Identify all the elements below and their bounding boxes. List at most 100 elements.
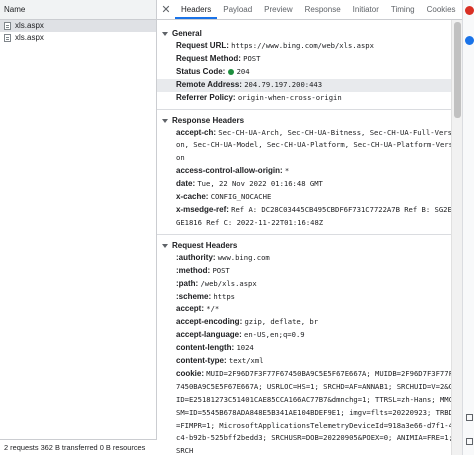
header-key: Request Method:: [176, 53, 241, 63]
header-row: Request URL: https://www.bing.com/web/xl…: [157, 40, 462, 53]
header-key: :path:: [176, 278, 199, 288]
response-header-rows: accept-ch: Sec-CH-UA-Arch, Sec-CH-UA-Bit…: [157, 127, 462, 230]
header-value: 204: [236, 66, 250, 76]
request-detail-panel: ✕ Headers Payload Preview Response Initiator…: [157, 0, 462, 455]
tab-timing[interactable]: Timing: [385, 0, 421, 19]
general-rows: Request URL: https://www.bing.com/web/xl…: [157, 40, 462, 105]
header-key: x-msedge-ref:: [176, 204, 229, 214]
header-row: :authority: www.bing.com: [157, 252, 462, 265]
header-key: :authority:: [176, 252, 216, 262]
header-value: /web/xls.aspx: [200, 278, 257, 288]
tab-cookies[interactable]: Cookies: [421, 0, 462, 19]
header-value: en-US,en;q=0.9: [244, 330, 305, 340]
tab-response[interactable]: Response: [299, 0, 347, 19]
tab-headers[interactable]: Headers: [175, 0, 218, 19]
request-name: xls.aspx: [15, 21, 44, 30]
name-column-header[interactable]: Name: [0, 0, 156, 20]
header-row: access-control-allow-origin: *: [157, 165, 462, 178]
section-request-headers-header[interactable]: Request Headers: [157, 240, 462, 252]
header-value: gzip, deflate, br: [244, 317, 319, 327]
window-icon[interactable]: [466, 414, 473, 421]
request-name: xls.aspx: [15, 33, 44, 42]
header-value: text/xml: [228, 356, 264, 366]
header-row: content-type: text/xml: [157, 355, 462, 368]
request-item[interactable]: xls.aspx: [0, 20, 156, 32]
header-value: CONFIG_NOCACHE: [210, 192, 272, 202]
header-row: content-length: 1024: [157, 342, 462, 355]
header-key: Request URL:: [176, 41, 229, 50]
header-key: Remote Address:: [176, 79, 242, 89]
document-icon: [4, 34, 11, 42]
header-value: origin-when-cross-origin: [237, 92, 342, 102]
header-row: Request Method: POST: [157, 53, 462, 66]
expand-triangle-icon: [162, 243, 168, 248]
header-row: Referrer Policy: origin-when-cross-origi…: [157, 92, 462, 105]
tab-payload[interactable]: Payload: [217, 0, 258, 19]
header-key: content-type:: [176, 356, 227, 366]
header-key: x-cache:: [176, 192, 209, 202]
extension-icon[interactable]: [465, 6, 474, 15]
header-value: POST: [212, 265, 230, 275]
header-key: Status Code:: [176, 66, 226, 76]
header-row: Remote Address: 204.79.197.200:443: [157, 78, 462, 92]
header-row: accept: */*: [157, 303, 462, 316]
expand-triangle-icon: [162, 32, 168, 36]
document-icon: [4, 22, 11, 30]
header-key: Referrer Policy:: [176, 92, 236, 102]
header-row: accept-encoding: gzip, deflate, br: [157, 316, 462, 329]
header-row: date: Tue, 22 Nov 2022 01:16:48 GMT: [157, 178, 462, 191]
header-row: x-cache: CONFIG_NOCACHE: [157, 191, 462, 204]
header-value: POST: [243, 53, 261, 63]
scrollbar-thumb[interactable]: [454, 22, 461, 118]
header-value: *: [284, 166, 290, 176]
section-title: Request Headers: [172, 240, 238, 250]
header-value: 204.79.197.200:443: [244, 79, 323, 89]
browser-side-strip: [462, 0, 474, 455]
header-key: accept-ch:: [176, 127, 217, 137]
settings-icon[interactable]: [466, 438, 473, 445]
header-key: date:: [176, 179, 196, 189]
header-key: content-length:: [176, 343, 235, 353]
header-value: https://www.bing.com/web/xls.aspx: [231, 41, 374, 50]
tab-strip: Headers Payload Preview Response Initiator Ti…: [175, 0, 462, 19]
header-key: accept-language:: [176, 330, 242, 340]
header-value: 1024: [236, 343, 254, 353]
header-key: accept-encoding:: [176, 317, 243, 327]
header-row: x-msedge-ref: Ref A: DC28C03445CB495CBDF…: [157, 204, 462, 230]
section-title: Response Headers: [172, 115, 245, 125]
header-row: accept-ch: Sec-CH-UA-Arch, Sec-CH-UA-Bit…: [157, 127, 462, 166]
header-key: cookie:: [176, 368, 205, 378]
request-header-rows: :authority: www.bing.com:method: POST:pa…: [157, 252, 462, 455]
status-ok-dot-icon: [227, 68, 234, 75]
header-row: accept-language: en-US,en;q=0.9: [157, 329, 462, 342]
request-item[interactable]: xls.aspx: [0, 32, 156, 44]
header-key: :scheme:: [176, 291, 212, 301]
expand-triangle-icon: [162, 118, 168, 123]
profile-icon[interactable]: [465, 36, 474, 45]
header-row: :method: POST: [157, 265, 462, 278]
tab-preview[interactable]: Preview: [258, 0, 298, 19]
section-general-header[interactable]: General: [157, 28, 462, 40]
header-key: :method:: [176, 265, 211, 275]
header-row: :scheme: https: [157, 291, 462, 304]
headers-content: General Request URL: https://www.bing.co…: [157, 20, 462, 455]
network-status-bar: 2 requests 362 B transferred 0 B resourc…: [0, 439, 157, 455]
section-title: General: [172, 29, 202, 38]
tab-initiator[interactable]: Initiator: [347, 0, 385, 19]
header-value: www.bing.com: [217, 252, 270, 262]
detail-tabs: ✕ Headers Payload Preview Response Initiator…: [157, 0, 462, 20]
header-row: Status Code: 204: [157, 66, 462, 79]
detail-scrollbar[interactable]: [451, 20, 462, 455]
close-icon[interactable]: ✕: [157, 0, 175, 19]
header-value: Tue, 22 Nov 2022 01:16:48 GMT: [197, 179, 323, 189]
header-row: :path: /web/xls.aspx: [157, 278, 462, 291]
header-key: accept:: [176, 304, 205, 314]
header-key: access-control-allow-origin:: [176, 166, 283, 176]
header-value: */*: [206, 304, 220, 314]
request-list: xls.aspx xls.aspx: [0, 20, 156, 44]
section-response-headers-header[interactable]: Response Headers: [157, 115, 462, 127]
header-row: cookie: MUID=2F96D7F3F77F67450BA9C5E5F67…: [157, 368, 462, 455]
header-value: MUID=2F96D7F3F77F67450BA9C5E5F67E667A; M…: [176, 368, 458, 455]
header-value: Sec-CH-UA-Arch, Sec-CH-UA-Bitness, Sec-C…: [176, 127, 458, 163]
request-list-panel: Name xls.aspx xls.aspx 2 requests 362 B t…: [0, 0, 157, 455]
